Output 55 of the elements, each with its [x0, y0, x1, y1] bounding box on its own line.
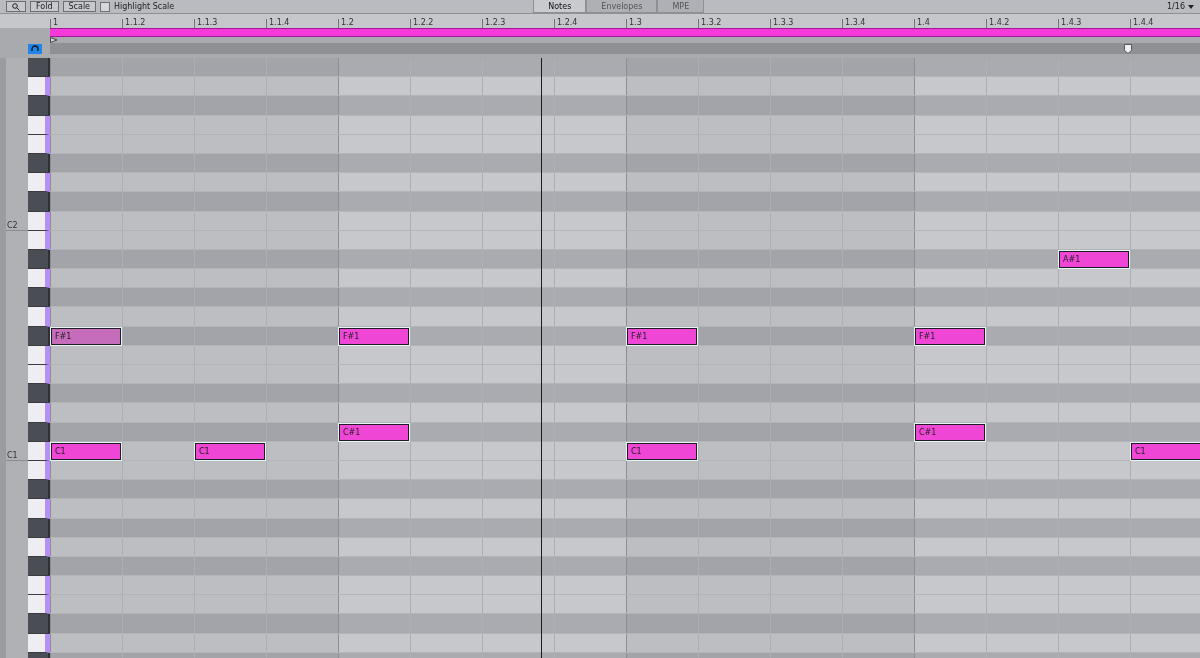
toolbar-button[interactable]: Fold: [30, 1, 59, 12]
natural-piano-key[interactable]: [28, 365, 50, 385]
search-icon: [12, 2, 20, 11]
natural-piano-key[interactable]: [28, 499, 50, 519]
editor-tab[interactable]: Notes: [533, 0, 587, 13]
midi-note[interactable]: F#1: [915, 327, 985, 345]
midi-note[interactable]: C1: [1131, 443, 1200, 461]
natural-piano-key[interactable]: [28, 173, 50, 193]
sharp-piano-key[interactable]: [28, 384, 50, 404]
sharp-piano-key[interactable]: [28, 249, 50, 270]
midi-note[interactable]: F#1: [51, 327, 121, 345]
editor-tab[interactable]: Envelopes: [586, 0, 658, 13]
checkbox-label: Highlight Scale: [114, 2, 175, 11]
sharp-piano-key[interactable]: [28, 288, 50, 308]
marker-icon[interactable]: [1124, 44, 1132, 54]
midi-note[interactable]: C1: [627, 443, 697, 461]
timeline-ruler[interactable]: 1 1.1.2 1.1.3 1.1.4 1.2 1.2.2 1.2.3 1.2.4 1.3 1.3.2 1.3.3 1.3.4 1.4 1.4.2 1.4.3 1.4.4: [0, 14, 1200, 28]
clip-lane[interactable]: [50, 43, 1200, 54]
natural-piano-key[interactable]: [28, 537, 50, 557]
preview-button[interactable]: [28, 43, 42, 54]
sharp-piano-key[interactable]: [28, 58, 50, 78]
sharp-piano-key[interactable]: [28, 556, 50, 577]
midi-note[interactable]: C1: [51, 443, 121, 461]
midi-note[interactable]: A#1: [1059, 251, 1129, 269]
natural-piano-key[interactable]: [28, 77, 50, 97]
natural-piano-key[interactable]: [28, 460, 50, 481]
natural-piano-key[interactable]: [28, 595, 50, 615]
grid-dropdown[interactable]: 1/16: [1167, 1, 1194, 12]
natural-piano-key[interactable]: [28, 441, 50, 461]
natural-piano-key[interactable]: [28, 345, 50, 365]
toolbar-button[interactable]: Scale: [62, 1, 97, 12]
highlight-scale-checkbox[interactable]: [100, 1, 111, 12]
octave-label: C1: [6, 450, 18, 460]
midi-note[interactable]: C1: [195, 443, 265, 461]
natural-piano-key[interactable]: [28, 211, 50, 231]
caret-icon: [1188, 4, 1194, 9]
midi-note[interactable]: F#1: [627, 327, 697, 345]
octave-label: C2: [6, 220, 18, 230]
headphones-icon: [31, 45, 39, 52]
natural-piano-key[interactable]: [28, 633, 50, 653]
natural-piano-key[interactable]: [28, 134, 50, 154]
natural-piano-key[interactable]: [28, 307, 50, 327]
midi-note[interactable]: C#1: [339, 423, 409, 441]
midi-note[interactable]: F#1: [339, 327, 409, 345]
sharp-piano-key[interactable]: [28, 153, 50, 174]
midi-note[interactable]: C#1: [915, 423, 985, 441]
note-grid[interactable]: A#1 F#1 F#1 F#1 F#1 C#1 C#1 C1 C1 C1 C1: [50, 58, 1200, 658]
search-button[interactable]: [6, 1, 26, 12]
natural-piano-key[interactable]: [28, 403, 50, 423]
natural-piano-key[interactable]: [28, 576, 50, 596]
editor-tab[interactable]: MPE: [657, 0, 705, 13]
sharp-piano-key[interactable]: [28, 480, 50, 500]
natural-piano-key[interactable]: [28, 230, 50, 250]
natural-piano-key[interactable]: [28, 115, 50, 135]
natural-piano-key[interactable]: [28, 269, 50, 289]
